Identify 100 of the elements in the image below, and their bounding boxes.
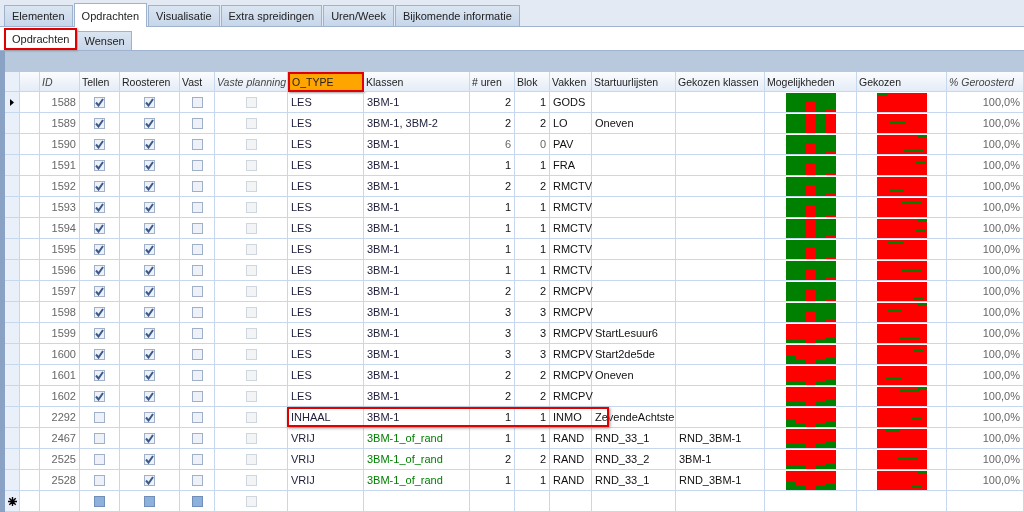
table-cell: RMCTV — [550, 197, 592, 218]
table-cell: 1602 — [40, 386, 80, 407]
table-cell: LES — [288, 197, 364, 218]
table-cell: LES — [288, 239, 364, 260]
table-cell: 2 — [470, 365, 515, 386]
table-cell: RMCTV — [550, 176, 592, 197]
column-header[interactable]: O_TYPE — [288, 72, 364, 92]
table-cell: LES — [288, 281, 364, 302]
table-cell: 100,0% — [947, 155, 1024, 176]
table-cell: 2 — [470, 386, 515, 407]
table-cell: 100,0% — [947, 302, 1024, 323]
table-cell: 2 — [470, 449, 515, 470]
column-header[interactable]: Klassen — [364, 72, 470, 92]
table-cell: 1 — [470, 197, 515, 218]
table-cell: RMCTV — [550, 218, 592, 239]
table-cell: 3BM-1_of_rand — [364, 428, 470, 449]
table-cell: 2 — [515, 281, 550, 302]
table-cell: 100,0% — [947, 323, 1024, 344]
tab[interactable]: Extra spreidingen — [220, 5, 323, 26]
table-cell: 2 — [470, 113, 515, 134]
tab[interactable]: Visualisatie — [148, 5, 220, 26]
table-cell: LES — [288, 260, 364, 281]
column-header[interactable]: Vast — [180, 72, 215, 92]
table-cell: RAND — [550, 449, 592, 470]
column-header[interactable]: Roosteren — [120, 72, 180, 92]
table-cell: 1601 — [40, 365, 80, 386]
table-cell: RMCPV — [550, 365, 592, 386]
table-cell: VRIJ — [288, 449, 364, 470]
table-cell: 2 — [515, 113, 550, 134]
column-header[interactable]: ID — [40, 72, 80, 92]
table-cell: 100,0% — [947, 470, 1024, 491]
table-cell: 3 — [470, 323, 515, 344]
table-cell: 1598 — [40, 302, 80, 323]
table-cell: 100,0% — [947, 239, 1024, 260]
table-cell: 2 — [470, 281, 515, 302]
table-cell: 3BM-1 — [364, 407, 470, 428]
table-cell: Start2de5de — [592, 344, 676, 365]
table-cell: RMCTV — [550, 239, 592, 260]
tab[interactable]: Uren/Week — [323, 5, 394, 26]
table-cell: 3 — [515, 323, 550, 344]
table-cell: 3BM-1_of_rand — [364, 470, 470, 491]
table-cell: 1596 — [40, 260, 80, 281]
table-cell: 3BM-1, 3BM-2 — [364, 113, 470, 134]
table-cell: Oneven — [592, 365, 676, 386]
column-header[interactable]: Blok — [515, 72, 550, 92]
table-cell: Oneven — [592, 113, 676, 134]
tab[interactable]: Opdrachten — [73, 3, 148, 27]
table-cell: RMCPV — [550, 281, 592, 302]
table-cell: 100,0% — [947, 260, 1024, 281]
table-cell: 100,0% — [947, 218, 1024, 239]
table-cell: 100,0% — [947, 449, 1024, 470]
table-cell: 1 — [515, 218, 550, 239]
table-cell: GODS — [550, 92, 592, 113]
column-header[interactable]: Vakken — [550, 72, 592, 92]
table-cell: 1592 — [40, 176, 80, 197]
column-header[interactable]: % Geroosterd — [947, 72, 1024, 92]
column-header[interactable]: Mogelijkheden — [765, 72, 857, 92]
table-cell: 1 — [515, 428, 550, 449]
table-cell: VRIJ — [288, 470, 364, 491]
table-cell: 1 — [515, 92, 550, 113]
table-cell: 1 — [515, 239, 550, 260]
table-cell: 0 — [515, 134, 550, 155]
table-cell: LES — [288, 113, 364, 134]
table-cell: 1595 — [40, 239, 80, 260]
table-cell: 100,0% — [947, 134, 1024, 155]
table-cell: LES — [288, 302, 364, 323]
table-cell: 3 — [470, 302, 515, 323]
column-header[interactable]: Gekozen klassen — [676, 72, 765, 92]
column-header[interactable]: # uren — [470, 72, 515, 92]
table-cell: 3BM-1 — [364, 260, 470, 281]
column-header[interactable]: Gekozen — [857, 72, 947, 92]
column-header[interactable]: Tellen — [80, 72, 120, 92]
column-header[interactable]: Startuurlijsten — [592, 72, 676, 92]
table-cell: 100,0% — [947, 344, 1024, 365]
tab[interactable]: Elementen — [4, 5, 73, 26]
table-cell: 2528 — [40, 470, 80, 491]
tab[interactable]: Bijkomende informatie — [394, 5, 520, 26]
table-cell: LES — [288, 134, 364, 155]
table-cell: RMCPV — [550, 323, 592, 344]
table-cell: RMCTV — [550, 260, 592, 281]
table-cell: LES — [288, 176, 364, 197]
table-cell: 3 — [470, 344, 515, 365]
table-cell: StartLesuur6 — [592, 323, 676, 344]
table-cell: 2467 — [40, 428, 80, 449]
table-cell: 1588 — [40, 92, 80, 113]
table-cell: 1 — [470, 470, 515, 491]
table-cell: 3BM-1 — [364, 134, 470, 155]
table-cell: LES — [288, 92, 364, 113]
table-cell: RMCPV — [550, 344, 592, 365]
tab[interactable]: Opdrachten — [4, 28, 78, 50]
table-cell: 3 — [515, 344, 550, 365]
table-cell: VRIJ — [288, 428, 364, 449]
table-cell: 100,0% — [947, 176, 1024, 197]
table-cell: 100,0% — [947, 281, 1024, 302]
table-cell: LES — [288, 344, 364, 365]
table-cell: PAV — [550, 134, 592, 155]
table-cell: 2292 — [40, 407, 80, 428]
table-cell: INMO — [550, 407, 592, 428]
table-cell: RAND — [550, 470, 592, 491]
tab[interactable]: Wensen — [77, 31, 132, 50]
